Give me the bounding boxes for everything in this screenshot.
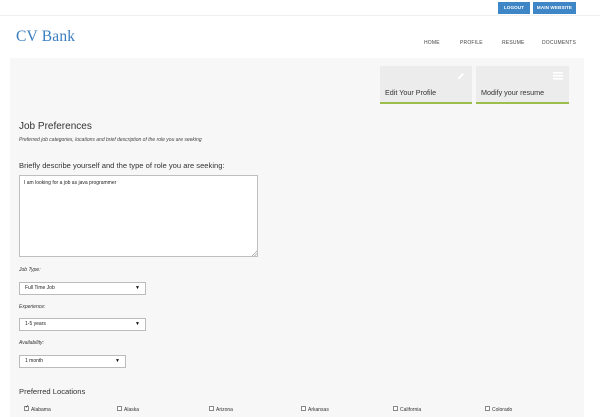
availability-value: 1 month [25,358,44,364]
location-label: Arkansas [308,407,329,413]
location-label: Alaska [124,407,140,413]
location-checkbox-california[interactable]: California [393,406,422,417]
page-subtitle: Preferred job categories, locations and … [19,137,202,143]
location-label: Arizona [216,407,233,413]
document-lines-icon [553,72,563,80]
location-label: Alabama [31,407,51,413]
nav-documents[interactable]: DOCUMENTS [542,40,576,46]
location-label: Colorado [492,407,513,413]
checkbox-icon[interactable] [301,406,306,412]
location-checkbox-alaska[interactable]: Alaska [117,406,140,417]
edit-profile-card[interactable]: Edit Your Profile [380,66,472,104]
checkbox-icon[interactable] [485,406,490,412]
resize-grip-icon[interactable] [251,250,257,256]
job-type-select[interactable]: Full Time Job ▼ [19,282,146,295]
dropdown-arrow-icon: ▼ [115,358,120,364]
checkbox-checked-icon[interactable] [24,404,29,412]
availability-select[interactable]: 1 month ▼ [19,355,126,368]
modify-resume-card[interactable]: Modify your resume [476,66,569,104]
site-header [0,16,600,58]
pencil-icon [458,73,464,79]
location-checkbox-alabama[interactable]: Alabama [24,404,51,417]
experience-select[interactable]: 1-5 years ▼ [19,318,146,331]
checkbox-icon[interactable] [209,406,214,412]
nav-resume[interactable]: RESUME [502,40,525,46]
location-label: California [400,407,422,413]
checkbox-icon[interactable] [117,406,122,412]
dropdown-arrow-icon: ▼ [135,321,140,327]
locations-title: Preferred Locations [19,387,86,396]
main-website-button[interactable]: MAIN WEBSITE [533,2,576,14]
job-type-label: Job Type: [19,267,41,273]
checkbox-icon[interactable] [393,406,398,412]
location-checkbox-arkansas[interactable]: Arkansas [301,406,329,417]
top-bar: LOGOUT MAIN WEBSITE [0,0,600,16]
experience-label: Experience: [19,304,46,310]
location-checkbox-arizona[interactable]: Arizona [209,406,233,417]
site-logo[interactable]: CV Bank [16,28,75,46]
edit-profile-label: Edit Your Profile [385,88,437,97]
dropdown-arrow-icon: ▼ [135,285,140,291]
describe-label: Briefly describe yourself and the type o… [19,161,225,170]
nav-profile[interactable]: PROFILE [460,40,483,46]
logout-button[interactable]: LOGOUT [498,2,530,14]
availability-label: Availability: [19,340,44,346]
modify-resume-label: Modify your resume [481,88,545,97]
location-checkbox-colorado[interactable]: Colorado [485,406,513,417]
describe-textarea[interactable]: I am looking for a job as java programme… [19,175,258,257]
nav-home[interactable]: HOME [424,40,440,46]
experience-value: 1-5 years [25,321,46,327]
job-type-value: Full Time Job [25,285,55,291]
page-title: Job Preferences [19,121,92,132]
